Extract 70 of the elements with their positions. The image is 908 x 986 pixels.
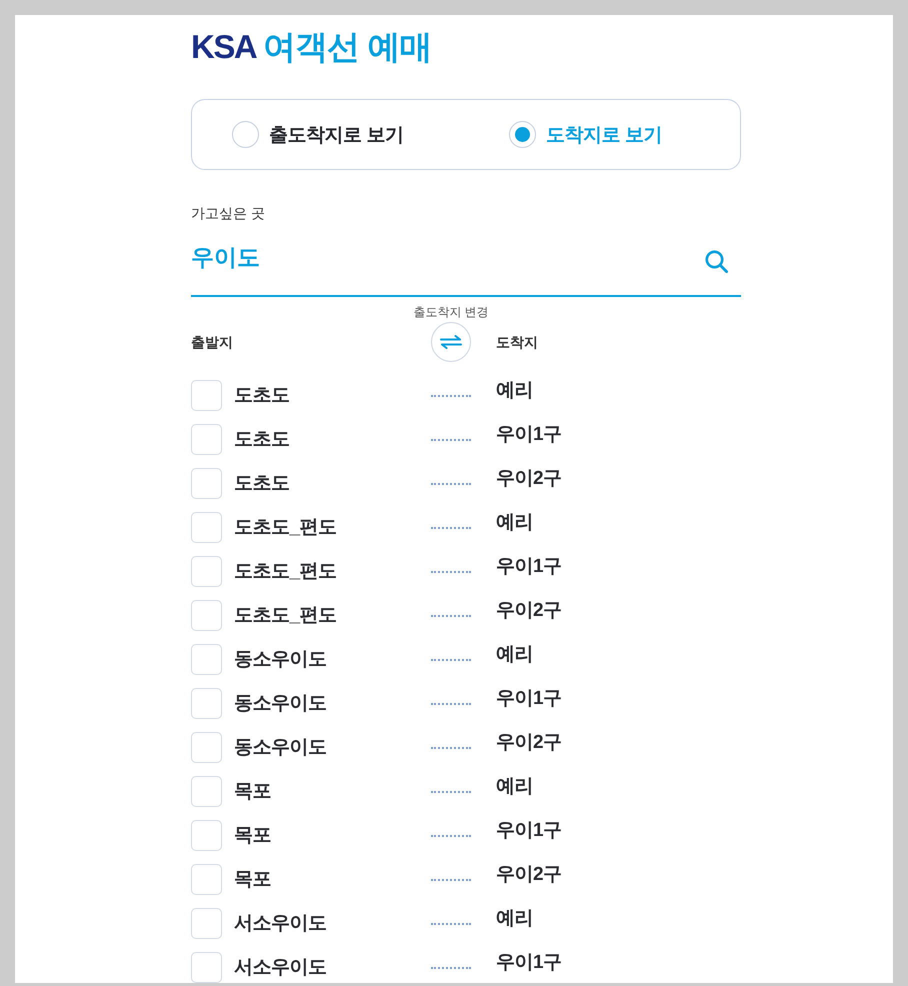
route-checkbox[interactable]: [191, 864, 222, 894]
radio-button[interactable]: [232, 121, 259, 148]
dotted-line: [431, 483, 471, 485]
column-header: 도착지: [496, 333, 538, 352]
route-checkbox[interactable]: [191, 732, 222, 762]
departure-name: 목포: [234, 824, 271, 848]
dotted-line: [431, 879, 471, 881]
arrival-name: 우이1구: [496, 819, 562, 843]
arrival-name: 예리: [496, 379, 533, 403]
dotted-line: [431, 967, 471, 969]
dotted-line: [431, 791, 471, 793]
dotted-line: [431, 659, 471, 661]
dotted-line: [431, 395, 471, 397]
dotted-line: [431, 703, 471, 705]
dotted-line: [431, 615, 471, 617]
swap-caption: 출도착지 변경: [413, 304, 489, 320]
departure-name: 동소우이도: [234, 692, 326, 716]
arrival-name: 예리: [496, 511, 533, 535]
arrival-name: 우이1구: [496, 423, 562, 447]
route-checkbox[interactable]: [191, 952, 222, 982]
route-checkbox[interactable]: [191, 688, 222, 718]
departure-name: 목포: [234, 868, 271, 892]
arrival-name: 우이2구: [496, 467, 562, 491]
search-field[interactable]: 우이도: [191, 223, 741, 297]
departure-name: 도초도: [234, 384, 290, 408]
departure-name: 도초도: [234, 472, 290, 496]
field-label: 가고싶은 곳: [191, 204, 265, 223]
departure-name: 도초도_편도: [234, 516, 337, 540]
arrival-name: 우이1구: [496, 951, 562, 975]
departure-name: 서소우이도: [234, 912, 326, 936]
departure-name: 동소우이도: [234, 736, 326, 760]
swap-button[interactable]: [431, 322, 471, 362]
search-icon[interactable]: [705, 250, 728, 273]
departure-name: 서소우이도: [234, 956, 326, 980]
departure-name: 도초도: [234, 428, 290, 452]
option-label[interactable]: 도착지로 보기: [546, 122, 662, 148]
route-checkbox[interactable]: [191, 380, 222, 410]
brand-name: KSA: [191, 27, 256, 67]
swap-arrows-icon: [440, 335, 462, 349]
option-label[interactable]: 출도착지로 보기: [269, 122, 404, 148]
route-checkbox[interactable]: [191, 600, 222, 630]
arrival-name: 예리: [496, 643, 533, 667]
departure-name: 목포: [234, 780, 271, 804]
arrival-name: 우이2구: [496, 863, 562, 887]
route-checkbox[interactable]: [191, 820, 222, 850]
page-title: 여객선 예매: [263, 27, 432, 67]
arrival-name: 예리: [496, 775, 533, 799]
route-checkbox[interactable]: [191, 776, 222, 806]
departure-name: 도초도_편도: [234, 560, 337, 584]
dotted-line: [431, 747, 471, 749]
route-checkbox[interactable]: [191, 468, 222, 498]
arrival-name: 우이2구: [496, 731, 562, 755]
dotted-line: [431, 527, 471, 529]
radio-button[interactable]: [509, 121, 536, 148]
arrival-name: 우이1구: [496, 687, 562, 711]
route-checkbox[interactable]: [191, 908, 222, 938]
route-checkbox[interactable]: [191, 512, 222, 542]
departure-name: 동소우이도: [234, 648, 326, 672]
route-checkbox[interactable]: [191, 644, 222, 674]
dotted-line: [431, 835, 471, 837]
column-header: 출발지: [191, 333, 233, 352]
route-checkbox[interactable]: [191, 424, 222, 454]
dotted-line: [431, 439, 471, 441]
arrival-name: 우이1구: [496, 555, 562, 579]
dotted-line: [431, 923, 471, 925]
route-checkbox[interactable]: [191, 556, 222, 586]
arrival-name: 예리: [496, 907, 533, 931]
arrival-name: 우이2구: [496, 599, 562, 623]
dotted-line: [431, 571, 471, 573]
departure-name: 도초도_편도: [234, 604, 337, 628]
